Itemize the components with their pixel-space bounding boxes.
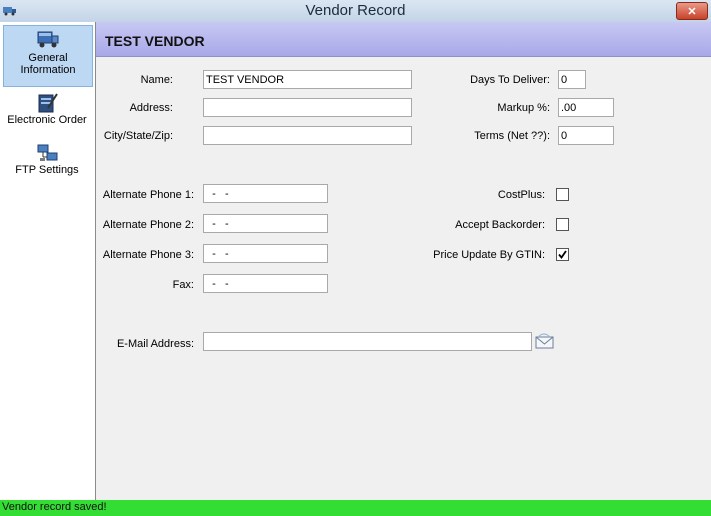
city-state-zip-field[interactable]	[203, 126, 412, 145]
window-title: Vendor Record	[305, 2, 406, 19]
sidebar-item-label: Electronic Order	[7, 114, 87, 126]
email-field[interactable]	[203, 332, 532, 351]
markup-field[interactable]	[558, 98, 614, 117]
alt-phone-1-label: Alternate Phone 1:	[102, 189, 194, 201]
city-state-zip-label: City/State/Zip:	[103, 130, 173, 142]
vendor-header: TEST VENDOR	[96, 22, 711, 57]
alt-phone-1-field[interactable]	[203, 184, 328, 203]
name-field[interactable]	[203, 70, 412, 89]
vendor-name-heading: TEST VENDOR	[105, 33, 205, 49]
main-panel: TEST VENDOR Name: Address: City/State/Zi…	[96, 22, 711, 500]
email-label: E-Mail Address:	[116, 338, 194, 350]
close-icon: ✕	[687, 5, 697, 18]
terms-field[interactable]	[558, 126, 614, 145]
price-update-gtin-label: Price Update By GTIN:	[433, 249, 545, 261]
days-to-deliver-field[interactable]	[558, 70, 586, 89]
alt-phone-3-label: Alternate Phone 3:	[102, 249, 194, 261]
title-bar: Vendor Record ✕	[0, 0, 711, 23]
checkmark-icon	[558, 250, 567, 259]
markup-label: Markup %:	[497, 102, 550, 114]
name-label: Name:	[140, 74, 173, 86]
fax-field[interactable]	[203, 274, 328, 293]
alt-phone-2-label: Alternate Phone 2:	[102, 219, 194, 231]
notepad-pen-icon	[38, 93, 58, 113]
days-to-deliver-label: Days To Deliver:	[470, 74, 550, 86]
truck-icon	[37, 31, 59, 48]
accept-backorder-label: Accept Backorder:	[455, 219, 545, 231]
sidebar-item-ftp-settings[interactable]: FTP Settings	[3, 142, 91, 184]
sidebar-item-label: General Information	[20, 52, 76, 76]
envelope-icon[interactable]	[535, 333, 554, 350]
status-bar: Vendor record saved!	[0, 500, 711, 516]
status-text: Vendor record saved!	[2, 501, 107, 513]
fax-label: Fax:	[172, 279, 194, 291]
price-update-gtin-checkbox[interactable]	[556, 248, 569, 261]
sidebar: General Information Electronic Order FTP…	[0, 22, 96, 500]
sidebar-item-electronic-order[interactable]: Electronic Order	[3, 92, 91, 134]
terms-label: Terms (Net ??):	[474, 130, 550, 142]
accept-backorder-checkbox[interactable]	[556, 218, 569, 231]
costplus-label: CostPlus:	[497, 189, 545, 201]
alt-phone-2-field[interactable]	[203, 214, 328, 233]
sidebar-item-label: FTP Settings	[15, 164, 79, 176]
costplus-checkbox[interactable]	[556, 188, 569, 201]
address-field[interactable]	[203, 98, 412, 117]
network-computer-icon	[37, 144, 58, 161]
close-button[interactable]: ✕	[676, 2, 708, 20]
alt-phone-3-field[interactable]	[203, 244, 328, 263]
address-label: Address:	[129, 102, 173, 114]
sidebar-item-general-information[interactable]: General Information	[3, 25, 93, 87]
